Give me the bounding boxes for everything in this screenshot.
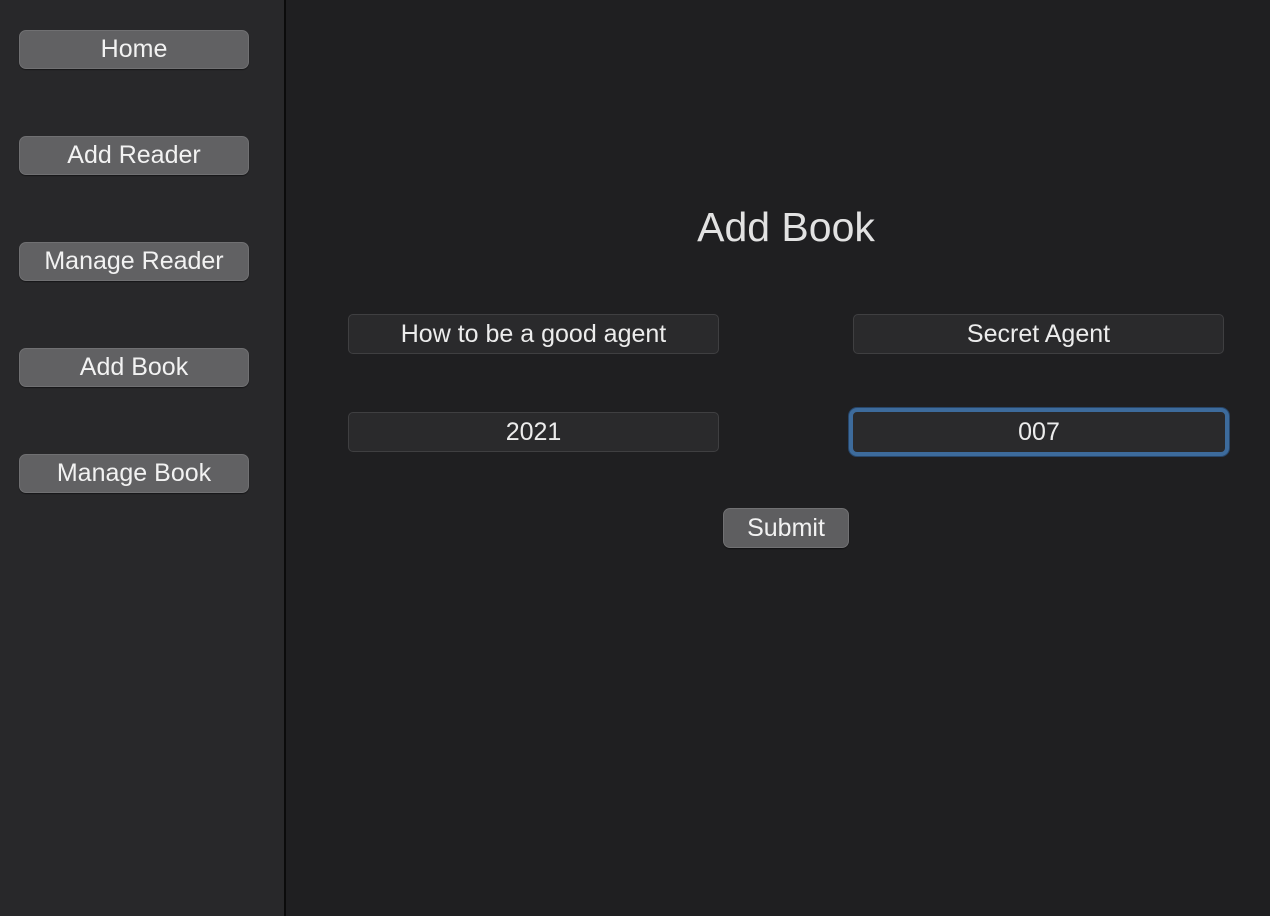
- year-input[interactable]: [348, 412, 719, 452]
- home-button[interactable]: Home: [19, 30, 249, 69]
- code-input[interactable]: [849, 408, 1229, 456]
- app-window: Home Add Reader Manage Reader Add Book M…: [0, 0, 1270, 916]
- page-title: Add Book: [697, 204, 875, 250]
- author-input[interactable]: [853, 314, 1224, 354]
- manage-reader-button[interactable]: Manage Reader: [19, 242, 249, 281]
- add-book-button[interactable]: Add Book: [19, 348, 249, 387]
- submit-button[interactable]: Submit: [723, 508, 849, 548]
- main-panel: Add Book Submit: [286, 0, 1270, 916]
- sidebar: Home Add Reader Manage Reader Add Book M…: [0, 0, 286, 916]
- add-reader-button[interactable]: Add Reader: [19, 136, 249, 175]
- book-title-input[interactable]: [348, 314, 719, 354]
- manage-book-button[interactable]: Manage Book: [19, 454, 249, 493]
